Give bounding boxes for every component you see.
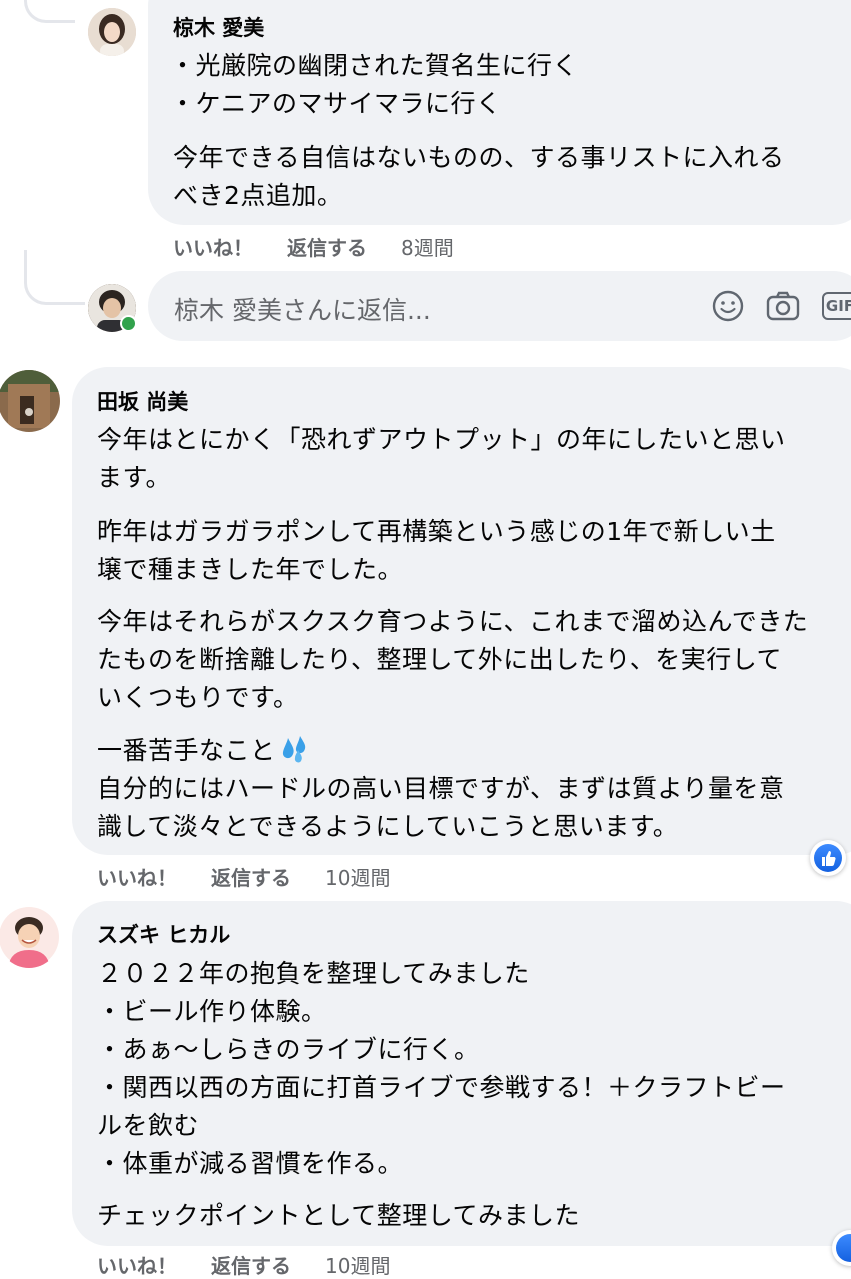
emoji-icon[interactable] bbox=[711, 289, 745, 323]
gif-icon[interactable]: GIF bbox=[822, 289, 851, 323]
thread-connector bbox=[24, 0, 75, 23]
comment-author[interactable]: スズキ ヒカル bbox=[97, 919, 230, 949]
comment-text: 自分的にはハードルの高い目標ですが、まずは質より量を意 bbox=[97, 774, 785, 803]
thumbs-up-icon bbox=[814, 844, 842, 872]
thumbs-up-icon bbox=[836, 1234, 851, 1262]
comment-text: いくつもりです。 bbox=[97, 683, 299, 712]
avatar[interactable] bbox=[0, 370, 60, 432]
comment-author[interactable]: 田坂 尚美 bbox=[97, 386, 188, 416]
comment-text: ます。 bbox=[97, 463, 172, 492]
comment-text: ・あぁ〜しらきのライブに行く。 bbox=[97, 1035, 480, 1064]
like-button[interactable]: いいね！ bbox=[97, 1250, 177, 1279]
reply-button[interactable]: 返信する bbox=[287, 232, 367, 261]
current-user-avatar[interactable] bbox=[88, 284, 137, 332]
comment-text: 今年はそれらがスクスク育つように、これまで溜め込んできた bbox=[97, 607, 809, 636]
comment-text: ２０２２年の抱負を整理してみました bbox=[97, 959, 530, 988]
like-reaction-badge[interactable] bbox=[810, 840, 846, 876]
comment-text: 壌で種まきした年でした。 bbox=[97, 555, 404, 584]
comment-text: ・関西以西の方面に打首ライブで参戦する！＋クラフトビー bbox=[97, 1073, 786, 1102]
avatar[interactable] bbox=[88, 8, 136, 56]
comment-text: ・体重が減る習慣を作る。 bbox=[97, 1149, 404, 1178]
comment-text: ・光厳院の幽閉された賀名生に行く bbox=[170, 51, 579, 80]
comment-text: 今年できる自信はないものの、する事リストに入れる bbox=[173, 143, 785, 172]
like-button[interactable]: いいね！ bbox=[173, 232, 253, 261]
comment-text: ルを飲む bbox=[97, 1111, 200, 1140]
comment-text: 一番苦手なこと bbox=[97, 731, 310, 770]
comment-text: ・ビール作り体験。 bbox=[97, 997, 327, 1026]
comment-text: べき2点追加。 bbox=[173, 181, 343, 210]
comment-actions: いいね！ 返信する 10週間 bbox=[97, 862, 424, 891]
sweat-droplets-icon bbox=[278, 734, 310, 770]
camera-icon[interactable] bbox=[765, 289, 800, 323]
comment-text-span: 一番苦手なこと bbox=[97, 736, 276, 765]
timestamp[interactable]: 8週間 bbox=[401, 232, 454, 261]
reply-input[interactable]: 椋木 愛美さんに返信... GIF bbox=[148, 271, 851, 341]
comment-text: 昨年はガラガラポンして再構築という感じの1年で新しい土 bbox=[97, 517, 776, 546]
reply-placeholder: 椋木 愛美さんに返信... bbox=[174, 296, 431, 325]
comment-text: 今年はとにかく「恐れずアウトプット」の年にしたいと思い bbox=[97, 425, 786, 454]
comment-text: 識して淡々とできるようにしていこうと思います。 bbox=[97, 812, 679, 841]
timestamp[interactable]: 10週間 bbox=[325, 1250, 390, 1279]
comment-actions: いいね！ 返信する 8週間 bbox=[173, 232, 488, 261]
reply-button[interactable]: 返信する bbox=[211, 862, 291, 891]
online-status-dot bbox=[120, 315, 137, 332]
timestamp[interactable]: 10週間 bbox=[325, 862, 390, 891]
avatar[interactable] bbox=[0, 906, 60, 968]
reply-button[interactable]: 返信する bbox=[211, 1250, 291, 1279]
comment-text: たものを断捨離したり、整理して外に出したり、を実行して bbox=[97, 645, 783, 674]
comment-text: チェックポイントとして整理してみました bbox=[97, 1201, 581, 1230]
comment-actions: いいね！ 返信する 10週間 bbox=[97, 1250, 424, 1279]
comment-author[interactable]: 椋木 愛美 bbox=[173, 12, 264, 42]
comment-text: ・ケニアのマサイマラに行く bbox=[170, 89, 502, 118]
thread-connector-reply bbox=[24, 250, 85, 305]
like-button[interactable]: いいね！ bbox=[97, 862, 177, 891]
